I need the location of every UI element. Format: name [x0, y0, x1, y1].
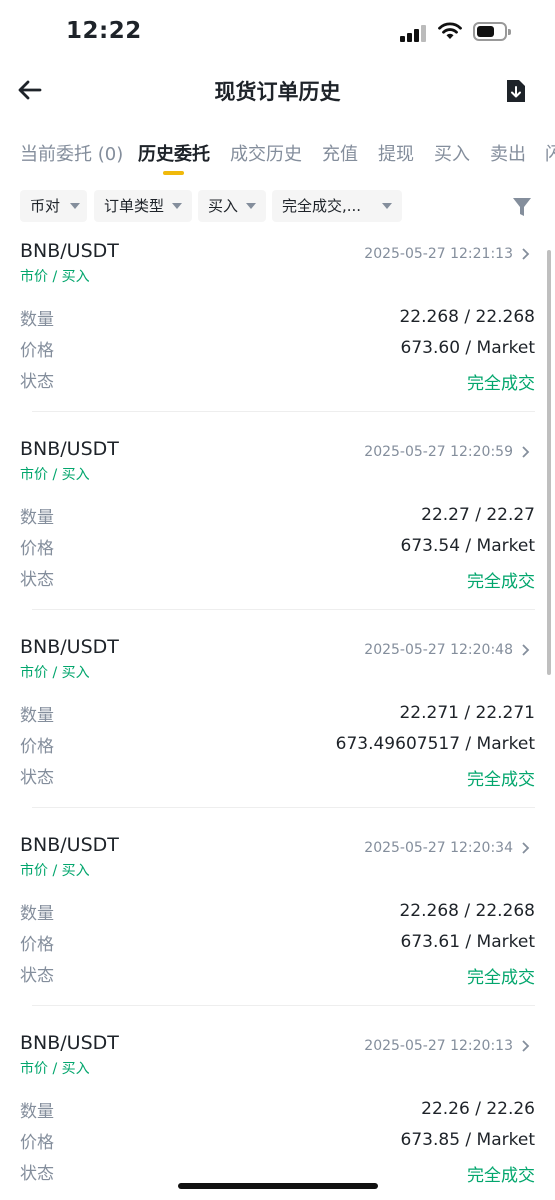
tab-order-history[interactable]: 历史委托 [138, 140, 210, 166]
order-type: 市价 / 买入 [20, 665, 90, 681]
caret-down-icon [172, 203, 182, 209]
status-value: 完全成交 [467, 968, 535, 988]
status-value: 完全成交 [467, 1166, 535, 1186]
filter-side[interactable]: 买入 [198, 190, 266, 222]
filter-status-label: 完全成交,... [282, 197, 362, 215]
order-pair: BNB/USDT [20, 834, 119, 856]
order-list: BNB/USDT 市价 / 买入 2025-05-27 12:21:13 数量 … [0, 232, 555, 1200]
quantity-value: 22.271 / 22.271 [399, 703, 535, 723]
filter-funnel-icon[interactable] [512, 196, 532, 218]
order-tabs: 当前委托 (0) 历史委托 成交历史 充值 提现 买入 卖出 闪 [0, 138, 555, 180]
price-label: 价格 [20, 737, 54, 757]
filter-pair[interactable]: 币对 [20, 190, 87, 222]
divider [32, 609, 535, 610]
quantity-value: 22.268 / 22.268 [399, 901, 535, 921]
price-label: 价格 [20, 341, 54, 361]
home-indicator[interactable] [178, 1183, 378, 1189]
tab-open-orders[interactable]: 当前委托 (0) [20, 140, 123, 166]
order-type: 市价 / 买入 [20, 863, 90, 879]
quantity-label: 数量 [20, 904, 54, 924]
filter-side-label: 买入 [208, 197, 239, 215]
price-label: 价格 [20, 1133, 54, 1153]
status-value: 完全成交 [467, 572, 535, 592]
status-label: 状态 [20, 1164, 54, 1184]
tab-sell[interactable]: 卖出 [490, 140, 526, 166]
status-label: 状态 [20, 372, 54, 392]
order-card[interactable]: BNB/USDT 市价 / 买入 2025-05-27 12:20:48 数量 … [0, 628, 555, 826]
price-value: 673.61 / Market [400, 932, 535, 952]
quantity-label: 数量 [20, 1102, 54, 1122]
price-value: 673.54 / Market [400, 536, 535, 556]
order-card[interactable]: BNB/USDT 市价 / 买入 2025-05-27 12:20:59 数量 … [0, 430, 555, 628]
quantity-label: 数量 [20, 508, 54, 528]
quantity-label: 数量 [20, 310, 54, 330]
order-card[interactable]: BNB/USDT 市价 / 买入 2025-05-27 12:20:34 数量 … [0, 826, 555, 1024]
order-type: 市价 / 买入 [20, 269, 90, 285]
caret-down-icon [246, 203, 256, 209]
status-label: 状态 [20, 570, 54, 590]
price-label: 价格 [20, 539, 54, 559]
order-time: 2025-05-27 12:20:48 [364, 642, 513, 658]
order-type: 市价 / 买入 [20, 1061, 90, 1077]
status-value: 完全成交 [467, 770, 535, 790]
page-title: 现货订单历史 [214, 80, 341, 104]
quantity-label: 数量 [20, 706, 54, 726]
divider [32, 411, 535, 412]
status-label: 状态 [20, 768, 54, 788]
cellular-signal-icon [400, 24, 430, 42]
order-pair: BNB/USDT [20, 636, 119, 658]
status-time: 12:22 [66, 18, 142, 44]
tab-buy[interactable]: 买入 [434, 140, 470, 166]
scrollbar[interactable] [547, 250, 551, 675]
battery-icon [473, 22, 511, 41]
order-pair: BNB/USDT [20, 240, 119, 262]
filter-status[interactable]: 完全成交,... [272, 190, 402, 222]
chevron-right-icon [522, 248, 530, 260]
quantity-value: 22.268 / 22.268 [399, 307, 535, 327]
chevron-right-icon [522, 1040, 530, 1052]
caret-down-icon [382, 203, 392, 209]
tab-withdraw[interactable]: 提现 [378, 140, 414, 166]
order-time: 2025-05-27 12:21:13 [364, 246, 513, 262]
chevron-right-icon [522, 446, 530, 458]
chevron-right-icon [522, 842, 530, 854]
filter-order-type-label: 订单类型 [104, 197, 165, 215]
quantity-value: 22.26 / 22.26 [421, 1099, 535, 1119]
download-icon[interactable] [505, 78, 527, 104]
order-card[interactable]: BNB/USDT 市价 / 买入 2025-05-27 12:21:13 数量 … [0, 232, 555, 430]
quantity-value: 22.27 / 22.27 [421, 505, 535, 525]
status-label: 状态 [20, 966, 54, 986]
filter-bar: 币对 订单类型 买入 完全成交,... [20, 190, 540, 224]
header: 现货订单历史 [0, 66, 555, 116]
status-bar: 12:22 [0, 0, 555, 66]
active-tab-indicator [163, 171, 184, 175]
price-value: 673.49607517 / Market [335, 734, 535, 754]
price-label: 价格 [20, 935, 54, 955]
order-card[interactable]: BNB/USDT 市价 / 买入 2025-05-27 12:20:13 数量 … [0, 1024, 555, 1200]
status-value: 完全成交 [467, 374, 535, 394]
order-time: 2025-05-27 12:20:13 [364, 1038, 513, 1054]
divider [32, 807, 535, 808]
tab-deposit[interactable]: 充值 [322, 140, 358, 166]
chevron-right-icon [522, 644, 530, 656]
order-pair: BNB/USDT [20, 1032, 119, 1054]
divider [32, 1005, 535, 1006]
price-value: 673.85 / Market [400, 1130, 535, 1150]
filter-pair-label: 币对 [30, 197, 61, 215]
tab-trade-history[interactable]: 成交历史 [230, 140, 302, 166]
caret-down-icon [70, 203, 80, 209]
wifi-icon [438, 22, 462, 39]
order-pair: BNB/USDT [20, 438, 119, 460]
order-time: 2025-05-27 12:20:34 [364, 840, 513, 856]
price-value: 673.60 / Market [400, 338, 535, 358]
order-time: 2025-05-27 12:20:59 [364, 444, 513, 460]
tab-flash[interactable]: 闪 [545, 140, 555, 166]
filter-order-type[interactable]: 订单类型 [94, 190, 192, 222]
order-type: 市价 / 买入 [20, 467, 90, 483]
